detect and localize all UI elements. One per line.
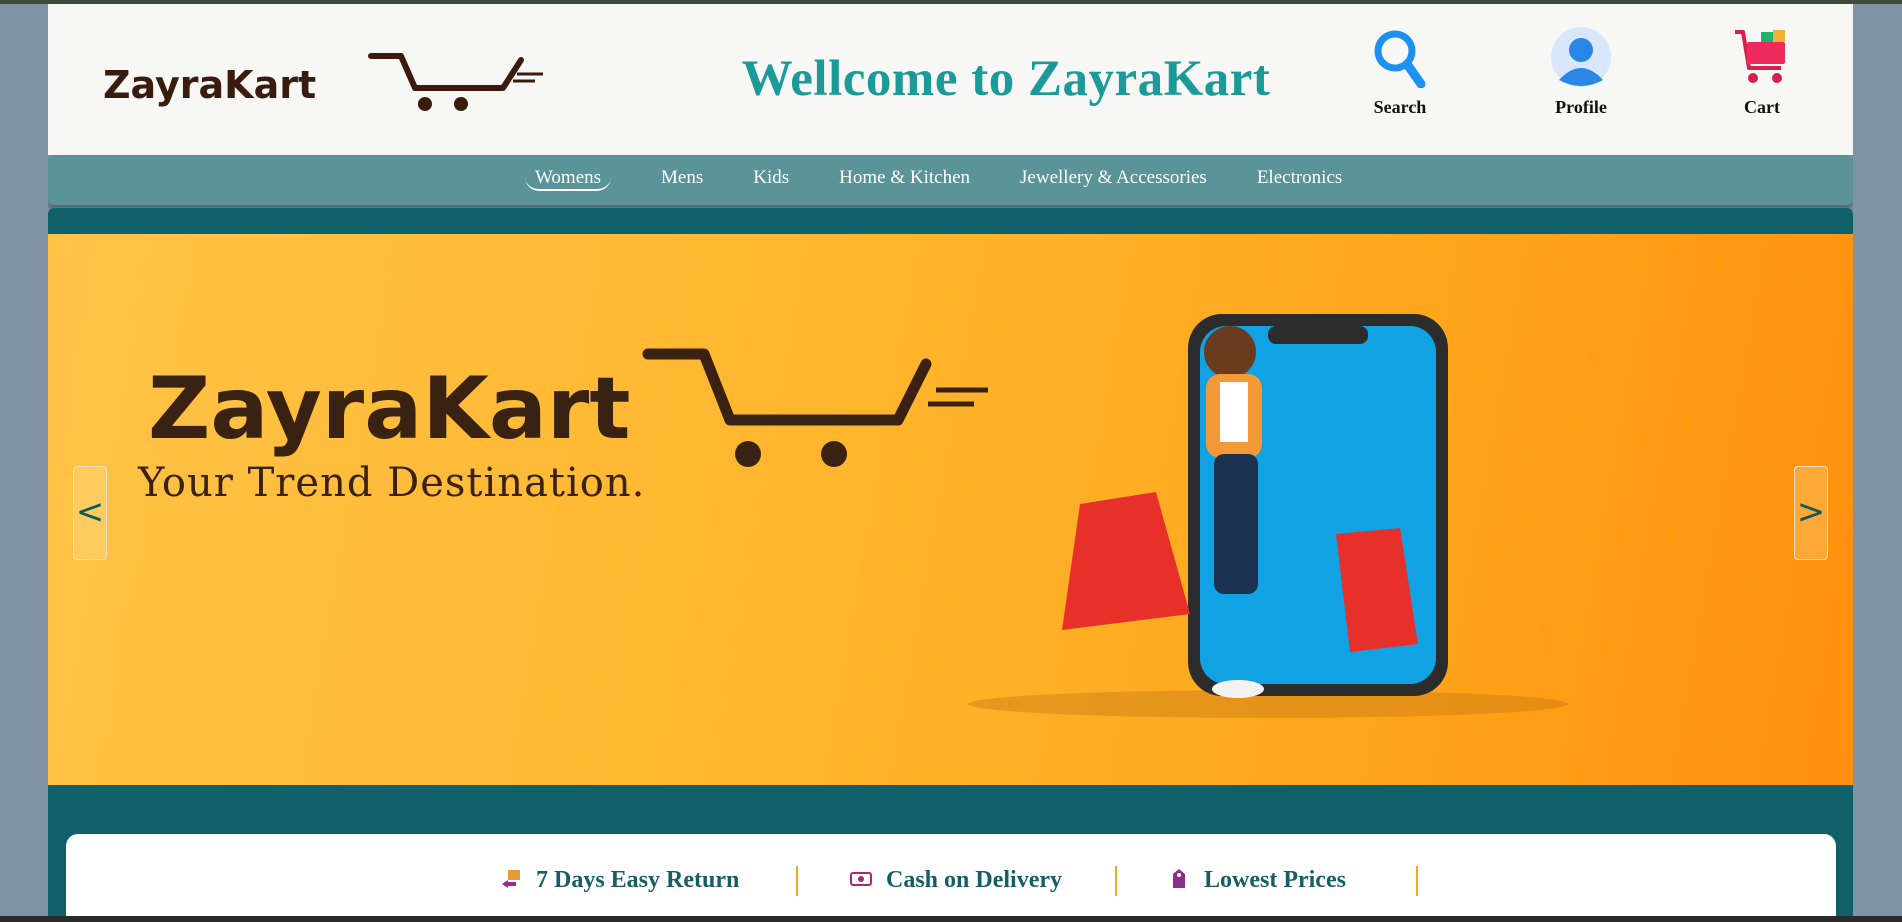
feature-lowest-prices-label: Lowest Prices xyxy=(1204,867,1346,893)
zayrakart-logo[interactable]: ZayraKart xyxy=(103,48,543,116)
category-nav: Womens Mens Kids Home & Kitchen Jeweller… xyxy=(48,155,1853,205)
feature-separator xyxy=(1416,866,1418,896)
search-button[interactable]: Search xyxy=(1345,26,1455,118)
svg-text:ZayraKart: ZayraKart xyxy=(148,359,630,459)
cart-button[interactable]: Cart xyxy=(1707,26,1817,118)
search-icon xyxy=(1374,30,1426,89)
feature-cash-on-delivery-label: Cash on Delivery xyxy=(886,867,1062,893)
welcome-title: Wellcome to ZayraKart xyxy=(741,51,1271,107)
cart-label: Cart xyxy=(1744,97,1780,117)
profile-icon xyxy=(1551,27,1611,87)
price-tag-icon xyxy=(1173,869,1185,888)
cart-icon xyxy=(1735,30,1785,83)
profile-button[interactable]: Profile xyxy=(1526,26,1636,118)
feature-separator xyxy=(796,866,798,896)
feature-easy-return: 7 Days Easy Return xyxy=(500,867,739,894)
carousel-next-button[interactable]: > xyxy=(1794,466,1828,560)
window-bottom-border xyxy=(0,916,1902,922)
banner-tagline: Your Trend Destination. xyxy=(138,460,646,506)
nav-item-home-kitchen[interactable]: Home & Kitchen xyxy=(839,167,970,191)
banner-shopper-image xyxy=(968,314,1568,718)
feature-lowest-prices: Lowest Prices xyxy=(1168,867,1346,894)
nav-item-kids[interactable]: Kids xyxy=(753,167,789,191)
feature-easy-return-label: 7 Days Easy Return xyxy=(536,867,740,893)
feature-strip: 7 Days Easy Return Cash on Delivery Lowe… xyxy=(66,834,1836,916)
search-label: Search xyxy=(1373,97,1427,117)
nav-item-mens[interactable]: Mens xyxy=(661,167,703,191)
page: ZayraKart Wellcome to ZayraKart Search P… xyxy=(48,4,1853,916)
feature-cash-on-delivery: Cash on Delivery xyxy=(850,867,1062,894)
profile-label: Profile xyxy=(1555,97,1607,117)
nav-item-jewellery-accessories[interactable]: Jewellery & Accessories xyxy=(1020,167,1207,191)
nav-item-electronics[interactable]: Electronics xyxy=(1257,167,1342,191)
svg-text:ZayraKart: ZayraKart xyxy=(103,63,316,107)
cash-icon xyxy=(850,872,872,886)
carousel-prev-button[interactable]: < xyxy=(73,466,107,560)
site-header: ZayraKart Wellcome to ZayraKart Search P… xyxy=(48,4,1853,155)
nav-item-womens[interactable]: Womens xyxy=(525,167,612,191)
hero-banner: ZayraKart Your Trend Destination. < > xyxy=(48,234,1853,785)
feature-separator xyxy=(1115,866,1117,896)
content-section: ZayraKart Your Trend Destination. < > 7 … xyxy=(48,208,1853,916)
return-icon xyxy=(502,870,520,888)
